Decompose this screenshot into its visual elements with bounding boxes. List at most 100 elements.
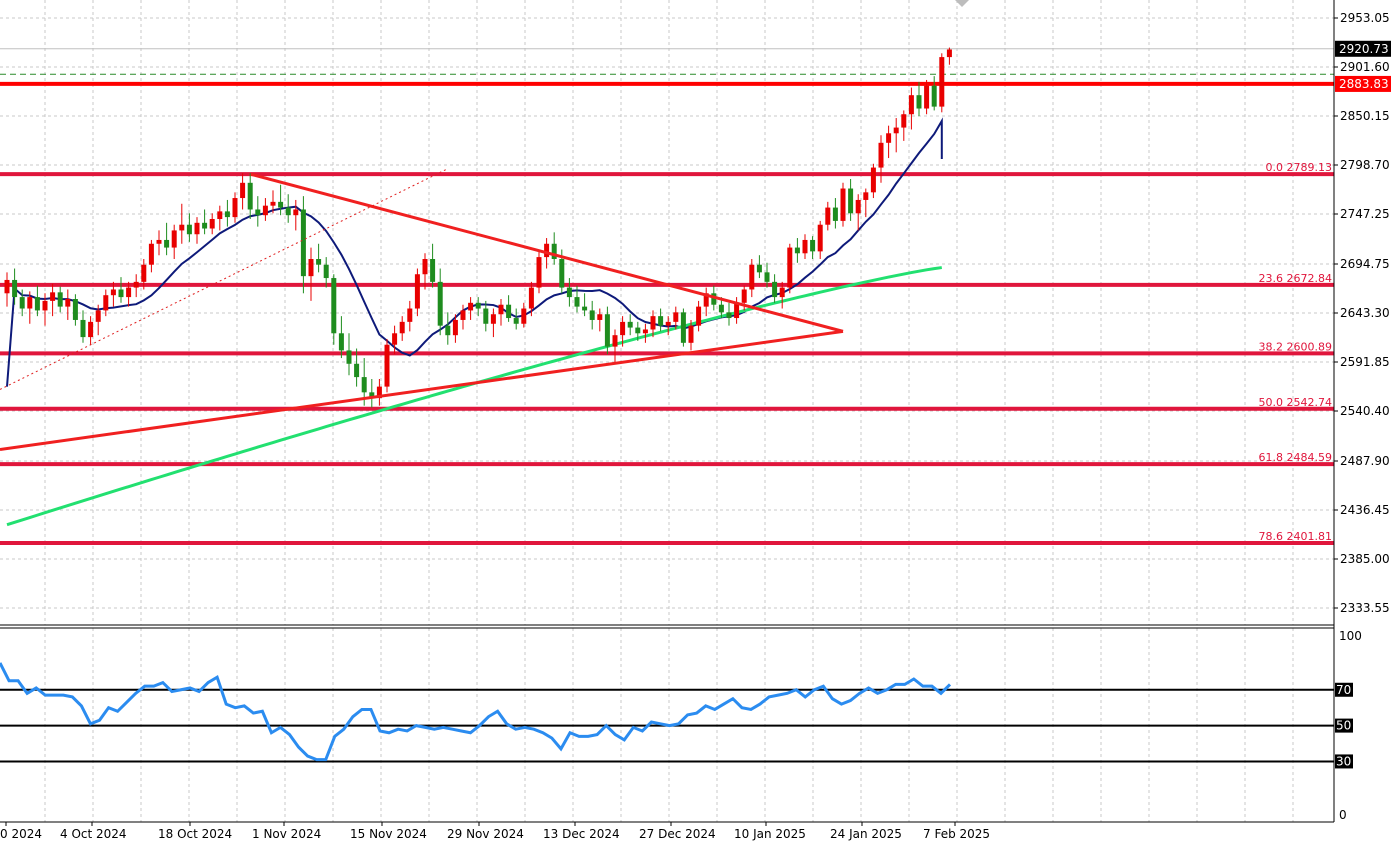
candle-body[interactable] xyxy=(772,281,778,298)
candle-body[interactable] xyxy=(65,299,71,307)
candle-body[interactable] xyxy=(95,310,101,322)
candle-body[interactable] xyxy=(392,333,398,345)
candle-body[interactable] xyxy=(4,279,10,294)
candle-body[interactable] xyxy=(924,85,930,109)
candle-body[interactable] xyxy=(217,211,223,219)
candle-body[interactable] xyxy=(574,297,580,307)
candle-body[interactable] xyxy=(832,207,838,221)
candle-body[interactable] xyxy=(194,222,200,235)
candle-body[interactable] xyxy=(118,289,124,298)
candle-body[interactable] xyxy=(718,304,724,313)
candle-body[interactable] xyxy=(316,259,322,265)
candle-body[interactable] xyxy=(346,350,352,364)
candle-body[interactable] xyxy=(939,57,945,107)
candle-body[interactable] xyxy=(460,310,466,320)
candle-body[interactable] xyxy=(262,205,268,216)
candle-body[interactable] xyxy=(870,167,876,193)
candle-body[interactable] xyxy=(604,314,610,347)
candle-body[interactable] xyxy=(34,297,40,311)
candle-body[interactable] xyxy=(696,306,702,326)
candle-body[interactable] xyxy=(582,306,588,311)
candle-body[interactable] xyxy=(133,281,139,288)
candle-body[interactable] xyxy=(536,257,542,288)
candle-body[interactable] xyxy=(126,287,132,298)
candle-body[interactable] xyxy=(384,344,390,387)
candle-body[interactable] xyxy=(726,312,732,319)
candle-body[interactable] xyxy=(635,327,641,334)
candle-body[interactable] xyxy=(688,325,694,343)
candle-body[interactable] xyxy=(110,289,116,296)
candle-body[interactable] xyxy=(650,316,656,330)
candle-body[interactable] xyxy=(627,321,633,328)
candle-body[interactable] xyxy=(171,230,177,248)
candle-body[interactable] xyxy=(620,321,626,336)
candle-body[interactable] xyxy=(156,239,162,244)
candle-body[interactable] xyxy=(430,259,436,282)
candle-body[interactable] xyxy=(232,198,238,218)
candle-body[interactable] xyxy=(240,182,246,199)
candle-body[interactable] xyxy=(12,279,18,298)
candle-body[interactable] xyxy=(224,211,230,218)
candle-body[interactable] xyxy=(247,182,253,210)
candle-body[interactable] xyxy=(42,300,48,311)
candle-body[interactable] xyxy=(787,247,793,288)
scroll-marker-icon[interactable] xyxy=(955,0,969,7)
candle-body[interactable] xyxy=(544,243,550,258)
candle-body[interactable] xyxy=(848,188,854,214)
candle-body[interactable] xyxy=(148,243,154,265)
candle-body[interactable] xyxy=(468,302,474,311)
candle-body[interactable] xyxy=(483,308,489,324)
candle-body[interactable] xyxy=(323,264,329,279)
candle-body[interactable] xyxy=(779,287,785,298)
candle-body[interactable] xyxy=(893,127,899,134)
candle-body[interactable] xyxy=(414,274,420,309)
candle-body[interactable] xyxy=(810,239,816,252)
candle-body[interactable] xyxy=(354,363,360,378)
candle-body[interactable] xyxy=(179,224,185,231)
candle-body[interactable] xyxy=(475,302,481,309)
candle-body[interactable] xyxy=(141,264,147,282)
candle-body[interactable] xyxy=(300,209,306,277)
candle-body[interactable] xyxy=(863,192,869,200)
candle-body[interactable] xyxy=(749,264,755,290)
candle-body[interactable] xyxy=(802,239,808,254)
candle-body[interactable] xyxy=(673,312,679,322)
candle-body[interactable] xyxy=(498,304,504,315)
candle-body[interactable] xyxy=(506,304,512,319)
candle-body[interactable] xyxy=(589,310,595,320)
candle-body[interactable] xyxy=(521,308,527,324)
candle-body[interactable] xyxy=(202,222,208,229)
candle-body[interactable] xyxy=(445,325,451,336)
candle-body[interactable] xyxy=(490,314,496,324)
candle-body[interactable] xyxy=(566,287,572,298)
candle-body[interactable] xyxy=(855,199,861,214)
candle-body[interactable] xyxy=(164,239,170,248)
candle-body[interactable] xyxy=(908,95,914,115)
candle-body[interactable] xyxy=(437,281,443,326)
candle-body[interactable] xyxy=(285,207,291,216)
candle-body[interactable] xyxy=(916,95,922,109)
candle-body[interactable] xyxy=(559,259,565,288)
candle-body[interactable] xyxy=(186,224,192,235)
candle-body[interactable] xyxy=(452,319,458,336)
candle-body[interactable] xyxy=(27,297,33,309)
candle-body[interactable] xyxy=(878,142,884,168)
candle-body[interactable] xyxy=(422,259,428,275)
candle-body[interactable] xyxy=(513,318,519,324)
candle-body[interactable] xyxy=(308,259,314,277)
candle-body[interactable] xyxy=(278,201,284,208)
candle-body[interactable] xyxy=(597,314,603,320)
candle-body[interactable] xyxy=(680,312,686,343)
candle-body[interactable] xyxy=(528,287,534,309)
candle-body[interactable] xyxy=(270,201,276,206)
candle-body[interactable] xyxy=(50,292,56,301)
candle-body[interactable] xyxy=(612,335,618,347)
candle-body[interactable] xyxy=(946,49,952,58)
candle-body[interactable] xyxy=(399,321,405,334)
candle-body[interactable] xyxy=(741,289,747,303)
candle-body[interactable] xyxy=(80,319,86,338)
candle-body[interactable] xyxy=(57,292,63,307)
candle-body[interactable] xyxy=(19,297,25,309)
candle-body[interactable] xyxy=(840,188,846,221)
candle-body[interactable] xyxy=(658,316,664,326)
